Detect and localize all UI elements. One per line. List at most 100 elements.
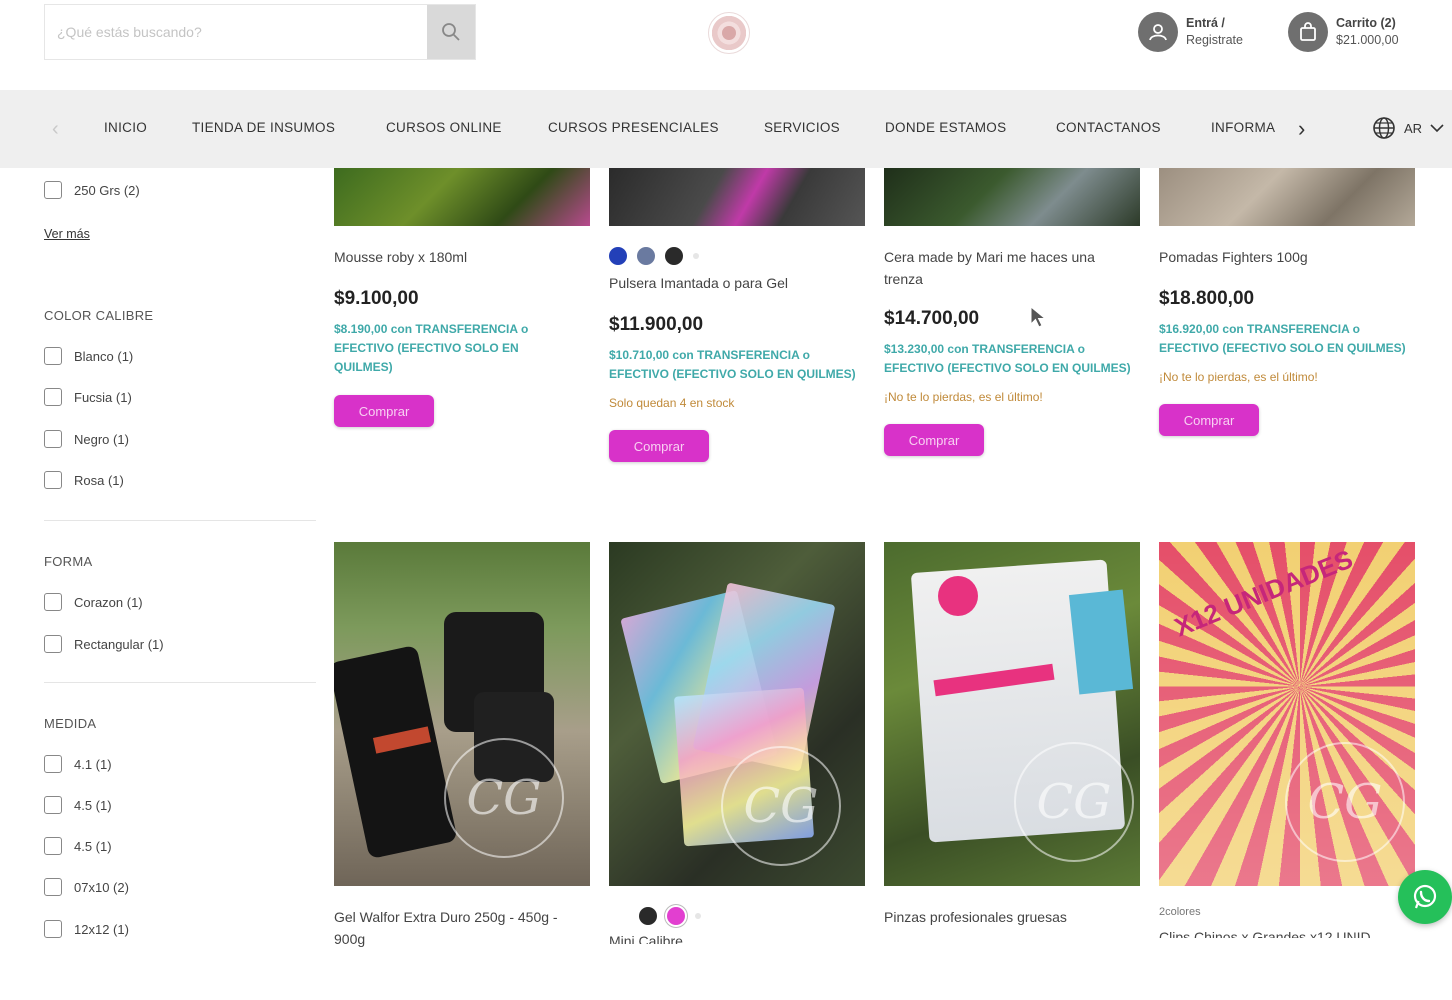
filter-option[interactable]: 12x12 (1) [44,919,129,939]
product-image[interactable]: CG [334,542,590,886]
nav-item-contactanos[interactable]: CONTACTANOS [1056,120,1211,135]
product-name[interactable]: Clips Chinos x Grandes x12 UNID [1159,926,1415,938]
bag-icon [1288,12,1328,52]
product-price: $11.900,00 [609,314,704,335]
product-image[interactable]: X12 UNIDADES CG [1159,542,1415,886]
checkbox[interactable] [44,920,62,938]
product-name[interactable]: Cera made by Mari me haces una trenza [884,246,1124,290]
filter-option[interactable]: Blanco (1) [44,346,133,366]
filter-label: Rectangular (1) [74,636,164,652]
cart-link[interactable]: Carrito (2) $21.000,00 [1288,12,1399,52]
checkbox[interactable] [44,796,62,814]
language-selector[interactable]: AR [1372,116,1444,140]
checkbox[interactable] [44,593,62,611]
account-link[interactable]: Entrá / Registrate [1138,12,1243,52]
nav-item-cursos-online[interactable]: CURSOS ONLINE [386,120,548,135]
chevron-left-icon[interactable]: ‹ [52,118,59,141]
product-name[interactable]: Pomadas Fighters 100g [1159,246,1415,268]
filter-title-forma: FORMA [44,554,93,569]
product-card[interactable]: Pomadas Fighters 100g $18.800,00 $16.920… [1159,168,1415,436]
product-name[interactable]: Mini Calibre [609,930,865,944]
filter-option[interactable]: 4.1 (1) [44,754,112,774]
product-name[interactable]: Pinzas profesionales gruesas [884,906,1140,928]
cart-count: Carrito (2) [1336,16,1396,30]
filter-option[interactable]: 250 Grs (2) [44,180,140,200]
product-image[interactable]: CG [884,542,1140,886]
site-header: Entrá / Registrate Carrito (2) $21.000,0… [0,0,1452,90]
product-image[interactable] [609,168,865,226]
product-card[interactable]: Mousse roby x 180ml $9.100,00 $8.190,00 … [334,168,590,427]
filter-option[interactable]: Rectangular (1) [44,634,164,654]
product-card[interactable]: X12 UNIDADES CG 2colores Clips Chinos x … [1159,542,1415,938]
swatch-blue[interactable] [609,247,627,265]
filter-label: Negro (1) [74,431,129,447]
checkbox[interactable] [44,388,62,406]
nav-item-inicio[interactable]: INICIO [104,120,192,135]
swatch-more[interactable] [693,253,699,259]
ver-mas-link[interactable]: Ver más [44,227,90,241]
nav-item-cursos-presenciales[interactable]: CURSOS PRESENCIALES [548,120,764,135]
product-image[interactable] [1159,168,1415,226]
swatch-gray-blue[interactable] [637,247,655,265]
checkbox[interactable] [44,635,62,653]
swatch-black[interactable] [639,907,657,925]
filter-option[interactable]: Negro (1) [44,429,129,449]
nav-item-donde-estamos[interactable]: DONDE ESTAMOS [885,120,1056,135]
divider [44,682,316,683]
buy-button[interactable]: Comprar [609,430,709,462]
swatch-black[interactable] [665,247,683,265]
chevron-right-icon[interactable]: › [1298,116,1305,142]
globe-icon [1373,117,1395,139]
product-image[interactable]: CG [609,542,865,886]
buy-button[interactable]: Comprar [884,424,984,456]
product-card[interactable]: CG Pinzas profesionales gruesas [884,542,1140,928]
search-button[interactable] [427,5,475,59]
product-promo: $16.920,00 con TRANSFERENCIA o EFECTIVO … [1159,322,1406,355]
checkbox[interactable] [44,471,62,489]
nav-item-tienda[interactable]: TIENDA DE INSUMOS [192,120,386,135]
filter-option[interactable]: Rosa (1) [44,470,124,490]
product-card[interactable]: CG Gel Walfor Extra Duro 250g - 450g - 9… [334,542,590,950]
cart-total: $21.000,00 [1336,33,1399,47]
product-promo: $10.710,00 con TRANSFERENCIA o EFECTIVO … [609,348,856,381]
filter-option[interactable]: 07x10 (2) [44,877,129,897]
product-price: $14.700,00 [884,308,980,329]
swatch-more[interactable] [695,913,701,919]
filter-option[interactable]: Corazon (1) [44,592,143,612]
buy-button[interactable]: Comprar [1159,404,1259,436]
product-card[interactable]: CG Mini Calibre [609,542,865,944]
brand-logo[interactable] [708,12,750,54]
stock-note: ¡No te lo pierdas, es el último! [884,390,1043,404]
filter-label: Fucsia (1) [74,389,132,405]
color-swatches [609,246,865,266]
product-name[interactable]: Pulsera Imantada o para Gel [609,272,865,294]
checkbox[interactable] [44,347,62,365]
swatch-pink[interactable] [667,907,685,925]
buy-button[interactable]: Comprar [334,395,434,427]
product-image[interactable] [884,168,1140,226]
search-icon [442,23,460,41]
filter-label: 07x10 (2) [74,879,129,895]
filter-option[interactable]: 4.5 (1) [44,795,112,815]
filter-label: Rosa (1) [74,472,124,488]
filter-option[interactable]: 4.5 (1) [44,836,112,856]
account-login-label: Entrá / [1186,16,1225,30]
filter-label: 250 Grs (2) [74,182,140,198]
nav-item-servicios[interactable]: SERVICIOS [764,120,885,135]
search-input[interactable] [45,5,427,59]
checkbox[interactable] [44,878,62,896]
product-name[interactable]: Mousse roby x 180ml [334,246,590,268]
checkbox[interactable] [44,755,62,773]
nav-item-informacion[interactable]: INFORMA [1211,120,1293,135]
checkbox[interactable] [44,430,62,448]
product-name[interactable]: Gel Walfor Extra Duro 250g - 450g - 900g [334,906,574,950]
whatsapp-button[interactable] [1398,870,1452,924]
filter-option[interactable]: Fucsia (1) [44,387,132,407]
checkbox[interactable] [44,181,62,199]
product-price: $18.800,00 [1159,288,1255,309]
product-image[interactable] [334,168,590,226]
product-card[interactable]: Cera made by Mari me haces una trenza $1… [884,168,1140,456]
checkbox[interactable] [44,837,62,855]
product-card[interactable]: Pulsera Imantada o para Gel $11.900,00 $… [609,168,865,462]
filter-title-medida: MEDIDA [44,716,97,731]
